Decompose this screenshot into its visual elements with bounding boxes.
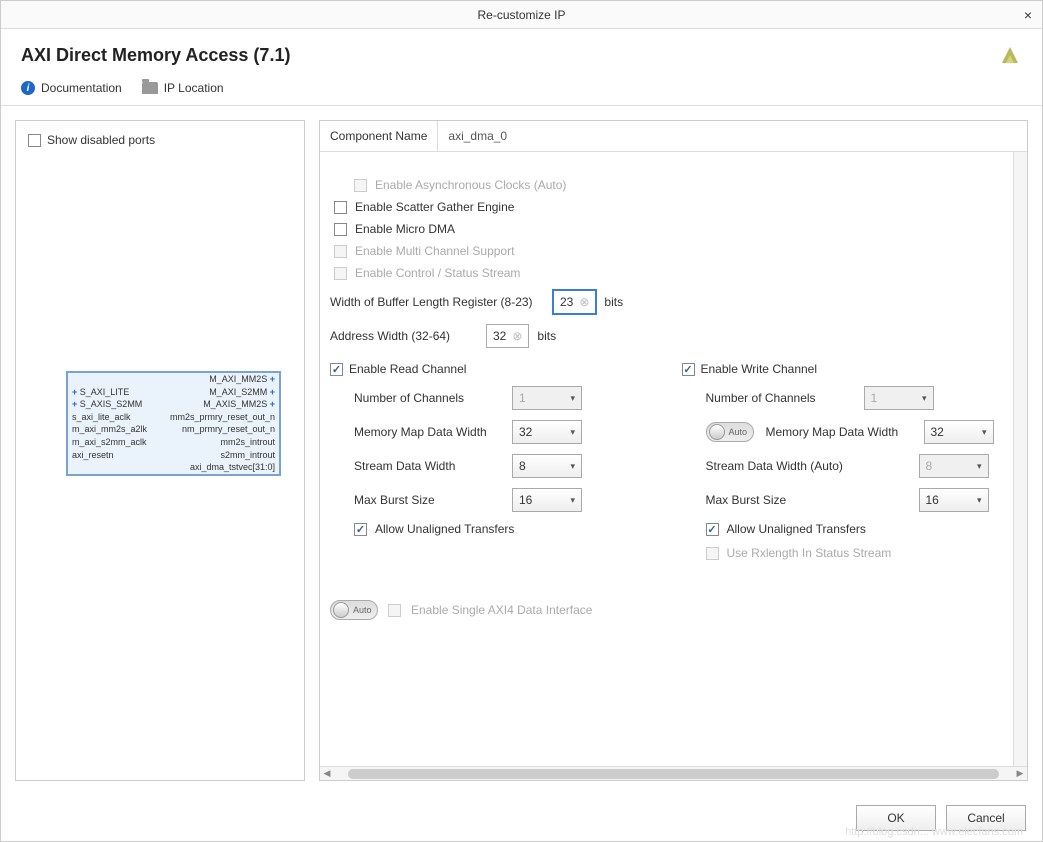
chevron-down-icon: ▾ (570, 393, 575, 404)
info-icon: i (21, 81, 35, 95)
checkbox-icon (706, 523, 719, 536)
enable-read-channel-checkbox[interactable]: Enable Read Channel (330, 362, 652, 376)
checkbox-icon (706, 547, 719, 560)
ok-button[interactable]: OK (856, 805, 936, 831)
write-channel-group: Enable Write Channel Number of Channels … (682, 362, 1004, 570)
options-scroll-area[interactable]: Enable Asynchronous Clocks (Auto) Enable… (320, 152, 1013, 766)
address-width-unit: bits (537, 329, 556, 343)
chevron-down-icon: ▾ (570, 495, 575, 506)
component-name-row: Component Name axi_dma_0 (320, 121, 1027, 152)
config-panel: Component Name axi_dma_0 Enable Asynchro… (319, 120, 1028, 781)
header: AXI Direct Memory Access (7.1) (1, 29, 1042, 77)
scroll-left-icon[interactable]: ◀ (320, 768, 334, 779)
documentation-link[interactable]: Documentation (41, 81, 122, 95)
checkbox-icon (28, 134, 41, 147)
read-allow-unaligned-checkbox[interactable]: Allow Unaligned Transfers (354, 522, 652, 536)
enable-async-clocks-checkbox: Enable Asynchronous Clocks (Auto) (354, 178, 1003, 192)
checkbox-icon (330, 363, 343, 376)
channels-container: Enable Read Channel Number of Channels 1… (330, 362, 1003, 570)
checkbox-icon (334, 223, 347, 236)
enable-multi-channel-checkbox: Enable Multi Channel Support (334, 244, 1003, 258)
vertical-scrollbar[interactable] (1013, 152, 1027, 766)
auto-toggle[interactable]: Auto (330, 600, 378, 620)
enable-micro-dma-checkbox[interactable]: Enable Micro DMA (334, 222, 1003, 236)
dialog-window: Re-customize IP × AXI Direct Memory Acce… (0, 0, 1043, 842)
show-disabled-ports-checkbox[interactable]: Show disabled ports (28, 133, 292, 147)
window-title: Re-customize IP (477, 8, 565, 22)
read-stream-width-select[interactable]: 8▾ (512, 454, 582, 478)
checkbox-icon (334, 201, 347, 214)
chevron-down-icon: ▾ (982, 427, 987, 438)
chevron-down-icon: ▾ (570, 461, 575, 472)
checkbox-icon (354, 523, 367, 536)
footer: OK Cancel (1, 795, 1042, 841)
buffer-width-input[interactable]: 23 ⊗ (553, 290, 596, 314)
write-mm-width-select[interactable]: 32▾ (924, 420, 994, 444)
read-burst-select[interactable]: 16▾ (512, 488, 582, 512)
use-rxlength-checkbox: Use Rxlength In Status Stream (706, 546, 1004, 560)
write-num-channels-select: 1▾ (864, 386, 934, 410)
enable-scatter-gather-checkbox[interactable]: Enable Scatter Gather Engine (334, 200, 1003, 214)
ip-location-link[interactable]: IP Location (164, 81, 224, 95)
checkbox-icon (354, 179, 367, 192)
chevron-down-icon: ▾ (977, 495, 982, 506)
enable-write-channel-checkbox[interactable]: Enable Write Channel (682, 362, 1004, 376)
checkbox-icon (682, 363, 695, 376)
ip-block-diagram: M_AXI_MM2S + + S_AXI_LITEM_AXI_S2MM + + … (66, 371, 281, 476)
close-icon[interactable]: × (1024, 7, 1032, 23)
chevron-down-icon: ▾ (977, 461, 982, 472)
checkbox-icon (334, 245, 347, 258)
checkbox-icon (388, 604, 401, 617)
clear-icon[interactable]: ⊗ (579, 295, 589, 309)
read-num-channels-select: 1▾ (512, 386, 582, 410)
write-burst-select[interactable]: 16▾ (919, 488, 989, 512)
write-allow-unaligned-checkbox[interactable]: Allow Unaligned Transfers (706, 522, 1004, 536)
block-diagram-panel: Show disabled ports M_AXI_MM2S + + S_AXI… (15, 120, 305, 781)
buffer-width-unit: bits (604, 295, 623, 309)
show-disabled-ports-label: Show disabled ports (47, 133, 155, 147)
component-name-value[interactable]: axi_dma_0 (438, 121, 1027, 151)
toolbar: i Documentation IP Location (1, 77, 1042, 106)
single-axi4-row: Auto Enable Single AXI4 Data Interface (330, 600, 1003, 620)
buffer-width-row: Width of Buffer Length Register (8-23) 2… (330, 290, 1003, 314)
write-stream-width-select: 8▾ (919, 454, 989, 478)
component-name-label: Component Name (320, 121, 438, 151)
address-width-label: Address Width (32-64) (330, 329, 478, 343)
read-channel-group: Enable Read Channel Number of Channels 1… (330, 362, 652, 570)
clear-icon[interactable]: ⊗ (512, 329, 522, 343)
enable-ctrl-status-checkbox: Enable Control / Status Stream (334, 266, 1003, 280)
auto-toggle[interactable]: Auto (706, 422, 754, 442)
buffer-width-label: Width of Buffer Length Register (8-23) (330, 295, 545, 309)
checkbox-icon (334, 267, 347, 280)
chevron-down-icon: ▾ (922, 393, 927, 404)
scroll-right-icon[interactable]: ▶ (1013, 768, 1027, 779)
address-width-row: Address Width (32-64) 32 ⊗ bits (330, 324, 1003, 348)
horizontal-scrollbar[interactable]: ◀ ▶ (320, 766, 1027, 780)
vendor-logo-icon (998, 43, 1022, 67)
folder-icon (142, 82, 158, 94)
ip-title: AXI Direct Memory Access (7.1) (21, 45, 290, 66)
body: Show disabled ports M_AXI_MM2S + + S_AXI… (1, 106, 1042, 795)
scrollbar-thumb[interactable] (348, 769, 999, 779)
titlebar: Re-customize IP × (1, 1, 1042, 29)
chevron-down-icon: ▾ (570, 427, 575, 438)
cancel-button[interactable]: Cancel (946, 805, 1026, 831)
address-width-input[interactable]: 32 ⊗ (486, 324, 529, 348)
read-mm-width-select[interactable]: 32▾ (512, 420, 582, 444)
